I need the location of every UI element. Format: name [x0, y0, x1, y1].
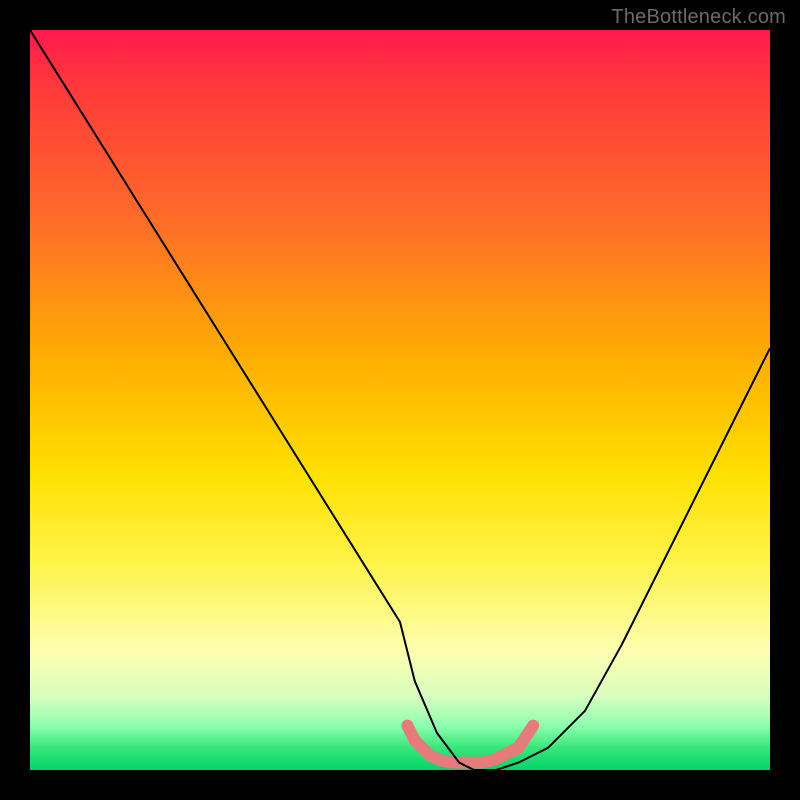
chart-overlay-svg	[30, 30, 770, 770]
bottleneck-curve	[30, 30, 770, 770]
watermark-text: TheBottleneck.com	[611, 6, 786, 29]
chart-frame: TheBottleneck.com	[0, 0, 800, 800]
plot-area	[30, 30, 770, 770]
bottleneck-zone-marker	[407, 726, 533, 763]
